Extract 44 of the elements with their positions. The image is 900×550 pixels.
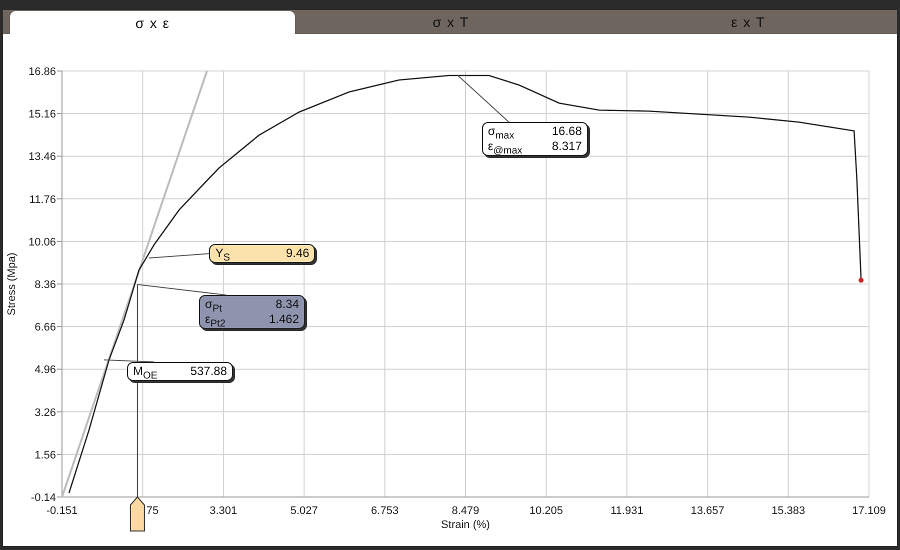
callout-label: σ$_{Pt}$	[205, 297, 222, 312]
y-tick-label: 13.46	[28, 151, 56, 164]
callout-value: 16.68	[552, 124, 582, 140]
y-tick-label: 15.16	[28, 108, 56, 121]
y-tick-label: 6.66	[34, 322, 56, 334]
callout-label: σ$_{max}$	[488, 124, 514, 140]
callout-label: ε$_{@max}$	[488, 139, 522, 154]
end-point	[858, 278, 864, 283]
leader-line	[457, 75, 510, 123]
position-marker[interactable]	[130, 284, 145, 532]
tab[interactable]: σ x T	[302, 10, 600, 34]
x-tick-label: -0.151	[46, 505, 78, 517]
x-tick-label: 13.657	[690, 505, 724, 517]
tab[interactable]: ε x T	[600, 10, 897, 34]
tab[interactable]: σ x ε	[10, 11, 296, 34]
y-tick-label: 11.76	[29, 194, 56, 206]
callout-value: 9.46	[286, 246, 310, 262]
y-tick-label: 1.56	[34, 449, 56, 462]
callout-label: Y$_{S}$	[215, 246, 230, 262]
callout-value: 8.317	[552, 139, 582, 154]
y-tick-label: -0.14	[30, 492, 56, 504]
x-tick-label: 75	[146, 505, 159, 517]
callout-value: 8.34	[276, 297, 300, 312]
y-tick-label: 3.26	[34, 406, 56, 419]
leader-line	[103, 359, 155, 362]
y-tick-label: 8.36	[34, 279, 56, 291]
y-axis-title: Stress (Mpa)	[6, 252, 18, 316]
x-tick-label: 17.109	[852, 505, 886, 517]
callout-value: 1.462	[269, 312, 300, 328]
x-tick-label: 8.479	[452, 505, 480, 517]
leader-line	[148, 253, 210, 258]
x-tick-label: 5.027	[290, 505, 318, 517]
y-tick-label: 16.86	[28, 66, 56, 78]
x-tick-label: 6.753	[371, 505, 399, 517]
x-tick-label: 15.383	[771, 505, 806, 517]
x-axis-title: Strain (%)	[441, 519, 490, 531]
y-tick-label: 4.96	[34, 364, 56, 376]
x-tick-label: 10.205	[529, 505, 564, 517]
x-tick-label: 11.931	[610, 505, 644, 517]
callout-value: 537.88	[190, 364, 228, 379]
y-tick-label: 10.06	[28, 236, 56, 248]
callout-label: ε$_{Pt2}$	[205, 312, 226, 328]
x-tick-label: 3.301	[210, 505, 238, 517]
callout-label: M$_{OE}$	[133, 364, 158, 379]
